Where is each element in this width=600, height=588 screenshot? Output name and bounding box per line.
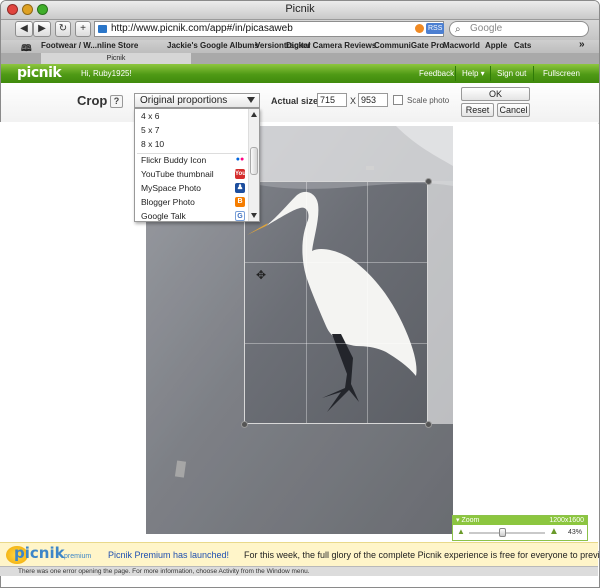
zoom-panel: ▾ Zoom 1200x1600 ▲ ▲ 43% — [452, 515, 588, 541]
snapback-icon[interactable] — [415, 24, 424, 33]
youtube-icon: You — [235, 169, 246, 179]
crop-handle-top-right[interactable] — [425, 178, 432, 185]
option-5x7[interactable]: 5 x 7 — [135, 123, 249, 137]
site-favicon-icon — [98, 25, 107, 33]
zoom-percent: 43% — [568, 529, 583, 536]
google-talk-icon: G — [235, 211, 245, 221]
bookmark-item[interactable]: Footwear / W...nline Store — [41, 41, 138, 50]
premium-badge: premium — [64, 553, 92, 560]
bookmarks-bar: 🕮 Footwear / W...nline Store Jackie's Go… — [1, 39, 599, 53]
nav-divider — [533, 66, 534, 81]
search-field[interactable]: ⌕ Google — [449, 21, 589, 37]
zoom-header[interactable]: ▾ Zoom 1200x1600 — [453, 516, 587, 525]
flickr-icon: ●● — [235, 156, 245, 163]
browser-toolbar: ◀ ▶ ↻ + http://www.picnik.com/app#/in/pi… — [1, 20, 599, 40]
ok-button[interactable]: OK — [461, 87, 530, 101]
crop-title: Crop — [77, 93, 108, 108]
grid-line — [245, 262, 427, 263]
scale-photo-label: Scale photo — [407, 96, 450, 105]
nav-divider — [490, 66, 491, 81]
bookmark-item[interactable]: CommuniGate Pro — [374, 41, 444, 50]
scrollbar-thumb[interactable] — [250, 147, 258, 175]
fullscreen-link[interactable]: Fullscreen — [543, 69, 580, 78]
option-4x6[interactable]: 4 x 6 — [135, 109, 249, 123]
scroll-down-icon[interactable] — [251, 213, 257, 218]
premium-headline-link[interactable]: Picnik Premium has launched! — [108, 550, 229, 560]
sign-out-link[interactable]: Sign out — [497, 69, 526, 78]
scale-photo-checkbox[interactable] — [393, 95, 403, 105]
bookmark-item[interactable]: Cats — [514, 41, 531, 50]
rss-badge[interactable]: RSS — [426, 23, 445, 34]
feedback-link[interactable]: Feedback — [419, 69, 454, 78]
proportions-dropdown[interactable]: 4 x 6 5 x 7 8 x 10 Flickr Buddy Icon ●● … — [134, 108, 260, 222]
crop-shade-bottom — [146, 424, 453, 534]
proportions-selected-value: Original proportions — [140, 95, 228, 106]
zoom-slider-track[interactable] — [469, 532, 545, 534]
search-placeholder: Google — [470, 23, 503, 34]
crop-shade-right — [428, 181, 453, 424]
tab-picnik[interactable]: Picnik — [41, 53, 191, 64]
help-menu[interactable]: Help ▾ — [462, 69, 485, 78]
dropdown-scrollbar[interactable] — [248, 109, 259, 221]
bookmark-item[interactable]: Macworld — [443, 41, 480, 50]
bookmarks-overflow-icon[interactable]: » — [579, 39, 585, 50]
back-button[interactable]: ◀ — [15, 21, 33, 37]
bookmark-item[interactable]: Apple — [485, 41, 507, 50]
browser-status-bar: There was one error opening the page. Fo… — [0, 566, 598, 576]
option-flickr-buddy-icon[interactable]: Flickr Buddy Icon ●● — [135, 153, 249, 167]
cancel-button[interactable]: Cancel — [497, 103, 530, 117]
zoom-in-icon[interactable]: ▲ — [549, 526, 559, 537]
proportions-select[interactable]: Original proportions — [134, 93, 260, 108]
zoom-slider-thumb[interactable] — [499, 528, 506, 537]
bookmark-item[interactable]: Digital Camera Reviews — [286, 41, 376, 50]
premium-banner: picnik premium Picnik Premium has launch… — [0, 542, 600, 567]
grid-line — [245, 343, 427, 344]
crop-handle-bottom-left[interactable] — [241, 421, 248, 428]
picnik-header: picnik Hi, Ruby1925! Feedback Help ▾ Sig… — [1, 64, 599, 83]
reset-button[interactable]: Reset — [461, 103, 494, 117]
option-8x10[interactable]: 8 x 10 — [135, 137, 249, 151]
crop-rectangle[interactable] — [244, 181, 428, 424]
tab-bar: Picnik — [1, 53, 599, 64]
search-icon: ⌕ — [455, 24, 461, 35]
nav-divider — [455, 66, 456, 81]
height-input[interactable]: 953 — [358, 93, 388, 107]
move-cursor-icon: ✥ — [256, 268, 267, 282]
forward-button[interactable]: ▶ — [33, 21, 51, 37]
grid-line — [367, 182, 368, 423]
url-text: http://www.picnik.com/app#/in/picasaweb — [111, 23, 293, 34]
bookmark-item[interactable]: Jackie's Google Albums — [167, 41, 259, 50]
help-icon[interactable]: ? — [110, 95, 123, 108]
add-bookmark-button[interactable]: + — [75, 21, 91, 37]
zoom-image-size: 1200x1600 — [549, 517, 584, 524]
scroll-up-icon[interactable] — [251, 112, 257, 117]
blogger-icon: B — [235, 197, 245, 207]
picnik-logo[interactable]: picnik — [17, 65, 62, 81]
user-greeting: Hi, Ruby1925! — [81, 69, 132, 78]
grid-line — [306, 182, 307, 423]
reload-button[interactable]: ↻ — [55, 21, 71, 37]
window-title: Picnik — [285, 3, 315, 15]
option-myspace-photo[interactable]: MySpace Photo ♟ — [135, 181, 249, 195]
crop-handle-bottom-right[interactable] — [425, 421, 432, 428]
option-blogger-photo[interactable]: Blogger Photo B — [135, 195, 249, 209]
actual-size-label: Actual size: — [271, 96, 322, 106]
zoom-label: ▾ Zoom — [456, 517, 480, 524]
width-input[interactable]: 715 — [317, 93, 347, 107]
myspace-icon: ♟ — [235, 183, 245, 193]
premium-logo: picnik — [14, 544, 65, 562]
chevron-down-icon — [247, 97, 255, 103]
zoom-out-icon[interactable]: ▲ — [457, 527, 465, 536]
premium-body-text: For this week, the full glory of the com… — [244, 550, 600, 560]
address-bar[interactable]: http://www.picnik.com/app#/in/picasaweb … — [94, 21, 445, 37]
title-bar: Picnik — [1, 1, 599, 20]
option-google-talk[interactable]: Google Talk G — [135, 209, 249, 221]
times-label: X — [350, 96, 357, 106]
option-youtube-thumbnail[interactable]: YouTube thumbnail You — [135, 167, 249, 181]
